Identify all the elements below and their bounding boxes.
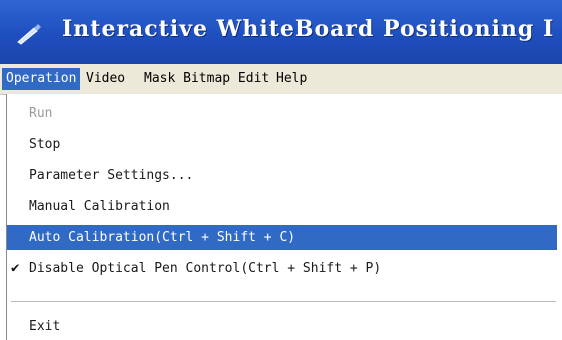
operation-dropdown-menu: Run Stop Parameter Settings... Manual Ca… [6, 94, 562, 340]
menu-item-exit[interactable]: Exit [7, 314, 557, 339]
menu-video[interactable]: Video [82, 68, 129, 90]
menu-item-label: Manual Calibration [29, 199, 170, 214]
menu-item-label: Exit [29, 319, 61, 334]
menu-bar: Operation Video Mask Bitmap Edit Help [0, 64, 562, 95]
menu-item-parameter-settings[interactable]: Parameter Settings... [7, 163, 557, 188]
title-bar[interactable]: Interactive WhiteBoard Positioning I [0, 0, 562, 64]
menu-item-label: Auto Calibration(Ctrl + Shift + C) [29, 230, 296, 245]
menu-item-auto-calibration[interactable]: Auto Calibration(Ctrl + Shift + C) [7, 225, 557, 250]
menu-item-label: Stop [29, 137, 61, 152]
menu-help[interactable]: Help [272, 68, 311, 90]
menu-operation[interactable]: Operation [2, 68, 81, 90]
menu-item-manual-calibration[interactable]: Manual Calibration [7, 194, 557, 219]
menu-item-stop[interactable]: Stop [7, 132, 557, 157]
checkmark-icon: ✔ [11, 260, 20, 276]
menu-item-disable-optical-pen-control[interactable]: ✔ Disable Optical Pen Control(Ctrl + Shi… [7, 256, 557, 281]
menu-item-label: Run [29, 106, 53, 121]
menu-item-run[interactable]: Run [7, 101, 557, 126]
menu-item-label: Disable Optical Pen Control(Ctrl + Shift… [29, 261, 382, 276]
window-title: Interactive WhiteBoard Positioning I [62, 16, 555, 42]
menu-separator [11, 301, 556, 302]
menu-item-label: Parameter Settings... [29, 168, 194, 183]
pen-icon [16, 22, 44, 46]
menu-mask-bitmap-edit[interactable]: Mask Bitmap Edit [140, 68, 273, 90]
